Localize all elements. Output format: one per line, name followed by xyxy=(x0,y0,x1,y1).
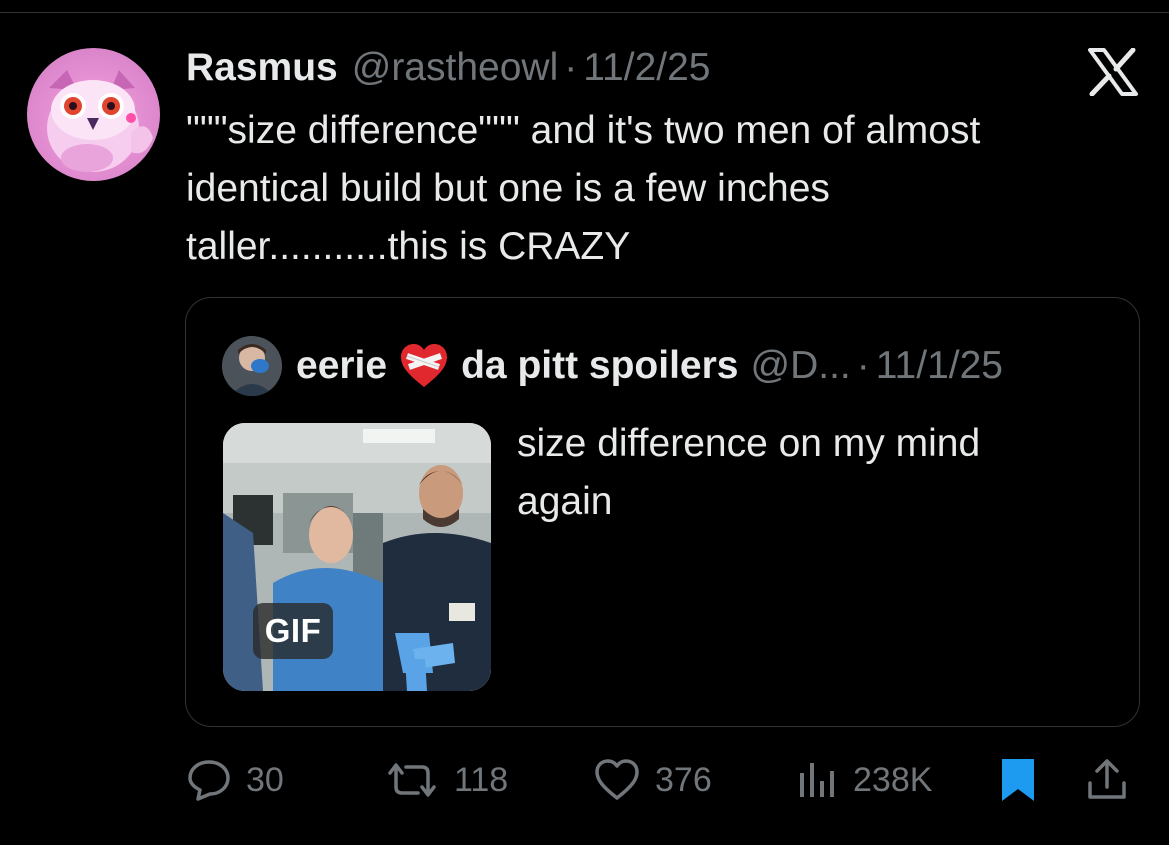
quoted-author-avatar[interactable] xyxy=(222,336,282,396)
quoted-text-line: size difference on my mind xyxy=(517,422,981,465)
share-icon xyxy=(1088,759,1126,799)
quoted-author-name-part2[interactable]: da pitt spoilers xyxy=(461,344,738,388)
quoted-media-gif[interactable]: GIF xyxy=(223,423,491,691)
tweet-date[interactable]: 11/2/25 xyxy=(583,46,710,90)
gif-badge: GIF xyxy=(253,603,333,659)
views-chart-icon xyxy=(800,763,834,797)
quoted-header-separator: · xyxy=(856,344,870,387)
heart-icon xyxy=(595,759,639,800)
mending-heart-icon xyxy=(401,344,448,387)
quoted-tweet-text: size difference on my mind again xyxy=(517,415,1117,531)
author-display-name[interactable]: Rasmus xyxy=(186,46,338,90)
reply-icon xyxy=(188,760,230,801)
author-avatar[interactable] xyxy=(27,48,160,181)
like-count: 376 xyxy=(655,760,712,799)
x-logo-icon xyxy=(1088,48,1138,96)
quoted-tweet-date[interactable]: 11/1/25 xyxy=(876,344,1003,388)
repost-button[interactable]: 118 xyxy=(384,750,508,810)
bookmark-button[interactable] xyxy=(998,750,1038,810)
repost-icon xyxy=(388,763,436,797)
share-button[interactable] xyxy=(1084,750,1130,810)
tweet-header: Rasmus @rastheowl · 11/2/25 xyxy=(186,46,710,92)
header-separator: · xyxy=(564,46,578,89)
tweet-text-line: taller...........this is CRAZY xyxy=(186,225,631,268)
quoted-text-line: again xyxy=(517,480,613,523)
quoted-author-handle[interactable]: @D... xyxy=(750,344,850,388)
action-bar: 30 118 376 238K xyxy=(0,750,1169,810)
top-divider xyxy=(0,12,1169,13)
reply-count: 30 xyxy=(246,760,284,799)
tweet-text-line: """size difference""" and it's two men o… xyxy=(186,109,981,152)
bookmark-icon xyxy=(1002,759,1034,801)
quoted-avatar-image xyxy=(222,336,282,396)
owl-avatar-image xyxy=(47,70,153,172)
tweet-text-line: identical build but one is a few inches xyxy=(186,167,830,210)
quoted-tweet-header: eerie da pitt spoilers @D... · 11/1/25 xyxy=(296,343,1003,389)
views-count: 238K xyxy=(853,760,933,799)
tweet-screenshot: Rasmus @rastheowl · 11/2/25 """size diff… xyxy=(0,0,1169,845)
tweet-text: """size difference""" and it's two men o… xyxy=(186,102,1146,276)
author-handle[interactable]: @rastheowl xyxy=(352,46,559,90)
reply-button[interactable]: 30 xyxy=(186,750,284,810)
like-button[interactable]: 376 xyxy=(593,750,712,810)
repost-count: 118 xyxy=(454,760,509,799)
quoted-author-name-part1[interactable]: eerie xyxy=(296,344,387,388)
views-button[interactable]: 238K xyxy=(795,750,932,810)
